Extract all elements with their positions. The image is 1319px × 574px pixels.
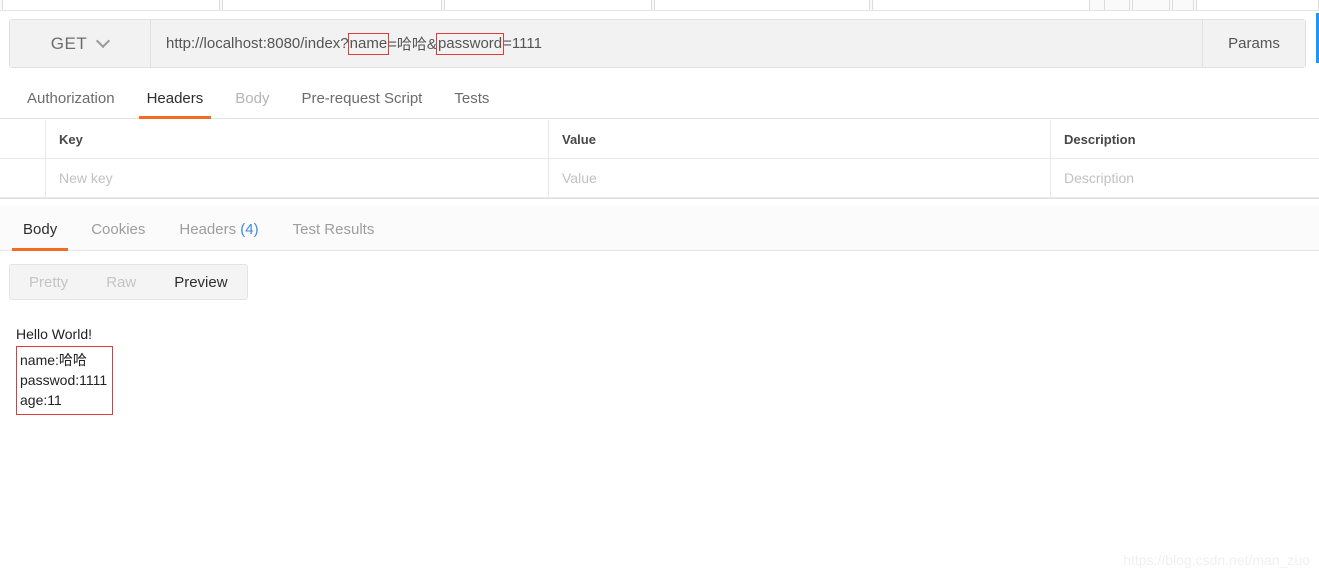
tab-control-placeholder[interactable] (1132, 0, 1170, 10)
tab-placeholder[interactable] (444, 0, 652, 10)
new-description-input[interactable]: Description (1051, 159, 1319, 197)
tab-placeholder[interactable] (1196, 0, 1319, 10)
url-name-value-text: =哈哈& (388, 36, 437, 53)
row-checkbox-cell[interactable] (0, 159, 46, 197)
response-tab-cookies[interactable]: Cookies (74, 221, 162, 250)
column-header-description: Description (1064, 131, 1136, 147)
response-tab-headers-label: Headers (179, 221, 237, 238)
tab-placeholder[interactable] (2, 0, 220, 10)
section-divider (0, 198, 1319, 199)
new-value-input[interactable]: Value (549, 159, 1051, 197)
request-bar: GET http://localhost:8080/index? name =哈哈&… (9, 19, 1306, 68)
table-row: New key Value Description (0, 159, 1319, 198)
url-prefix-text: http://localhost:8080/index? (166, 35, 349, 52)
response-line-age: age:11 (20, 392, 62, 408)
tab-placeholder[interactable] (222, 0, 442, 10)
annotation-box-name-param: name (347, 32, 390, 55)
response-format-toggle: Pretty Raw Preview (9, 264, 248, 300)
response-tab-body[interactable]: Body (6, 221, 74, 251)
response-body-content: Hello World! name:哈哈 passwod:1111 age:11 (16, 324, 114, 415)
column-header-value: Value (549, 120, 1051, 158)
window-tab-strip (0, 0, 1319, 11)
column-header-key: Key (46, 120, 549, 158)
response-headers-count-badge: (4) (240, 221, 259, 238)
params-button[interactable]: Params (1202, 20, 1305, 67)
headers-table: Key Value Description New key Value Desc… (0, 120, 1319, 198)
format-preview-button[interactable]: Preview (155, 265, 246, 299)
url-input[interactable]: http://localhost:8080/index? name =哈哈& pass… (151, 20, 1202, 67)
http-method-selector[interactable]: GET (10, 20, 151, 67)
response-line-name: name:哈哈 (20, 352, 87, 368)
response-greeting-text: Hello World! (16, 326, 92, 342)
tab-placeholder[interactable] (654, 0, 870, 10)
tab-control-placeholder[interactable] (1172, 0, 1194, 10)
request-tab-bar: Authorization Headers Body Pre-request S… (0, 80, 1319, 119)
annotation-box-password-param: password (435, 32, 505, 55)
format-pretty-button[interactable]: Pretty (10, 265, 87, 299)
response-line-password: passwod:1111 (20, 372, 108, 388)
tab-authorization[interactable]: Authorization (11, 90, 131, 118)
watermark-text: https://blog.csdn.net/man_zuo (1123, 552, 1310, 568)
response-tab-bar: Body Cookies Headers (4) Test Results (0, 206, 1319, 251)
chevron-down-icon (98, 36, 109, 47)
new-key-input[interactable]: New key (46, 159, 549, 197)
tab-body[interactable]: Body (219, 90, 285, 118)
format-raw-button[interactable]: Raw (87, 265, 155, 299)
table-header-row: Key Value Description (0, 120, 1319, 159)
tab-pre-request-script[interactable]: Pre-request Script (285, 90, 438, 118)
tab-control-placeholder[interactable] (1104, 0, 1130, 10)
select-all-checkbox-cell[interactable] (0, 120, 46, 158)
tab-headers[interactable]: Headers (131, 90, 220, 119)
url-password-value-text: =1111 (503, 35, 542, 52)
response-tab-headers[interactable]: Headers (4) (162, 221, 275, 250)
annotation-box-response-params: name:哈哈 passwod:1111 age:11 (16, 346, 114, 415)
tab-placeholder[interactable] (872, 0, 1090, 10)
response-tab-test-results[interactable]: Test Results (276, 221, 392, 250)
tab-tests[interactable]: Tests (438, 90, 505, 118)
http-method-label: GET (50, 33, 88, 53)
